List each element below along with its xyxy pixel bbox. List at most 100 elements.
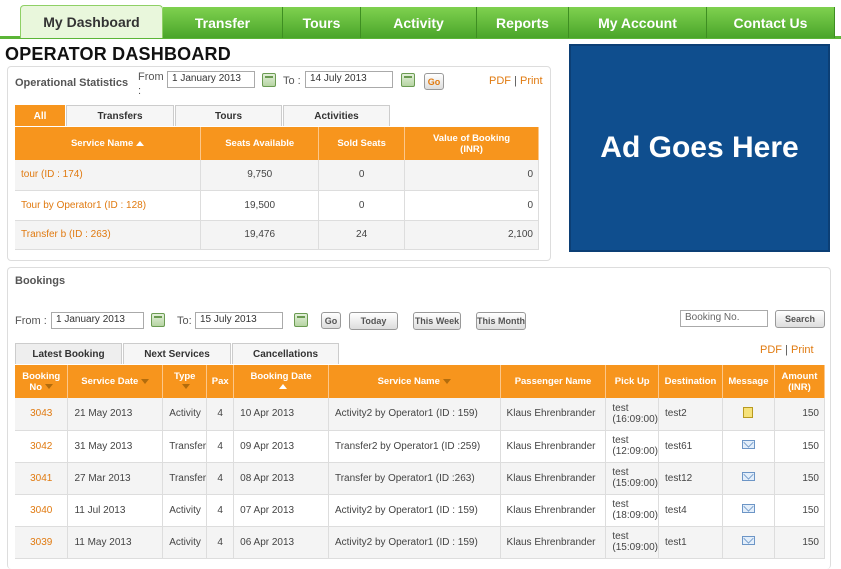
bookings-table: Booking No Service Date Type Pax Booking… — [15, 365, 826, 559]
sort-icon — [141, 378, 150, 384]
col-booking-date[interactable]: Booking Date — [233, 365, 329, 398]
sold-seats: 0 — [318, 160, 406, 191]
type: Activity — [162, 494, 208, 527]
pax: 4 — [206, 494, 235, 527]
type: Activity — [162, 526, 208, 559]
search-button[interactable]: Search — [775, 310, 825, 328]
nav-activity[interactable]: Activity — [361, 7, 477, 38]
calendar-icon[interactable] — [262, 73, 276, 87]
pick-up: test (16:09:00) — [605, 398, 659, 431]
stats-title: Operational Statistics — [15, 77, 129, 89]
nav-transfer[interactable]: Transfer — [163, 7, 283, 38]
sort-asc-icon — [278, 384, 287, 390]
tab-activities[interactable]: Activities — [283, 105, 390, 126]
stats-print-link[interactable]: Print — [520, 75, 543, 87]
col-seats-available[interactable]: Seats Available — [200, 127, 320, 160]
page-title: OPERATOR DASHBOARD — [5, 44, 231, 64]
col-amount[interactable]: Amount (INR) — [774, 365, 826, 398]
stats-to-date-input[interactable]: 14 July 2013 — [305, 71, 393, 88]
col-pax[interactable]: Pax — [206, 365, 235, 398]
tab-latest-booking[interactable]: Latest Booking — [15, 343, 122, 364]
amount: 150 — [774, 526, 826, 559]
stats-table: Service Name Seats Available Sold Seats … — [15, 127, 539, 250]
ad-banner[interactable]: Ad Goes Here — [569, 44, 830, 252]
destination: test61 — [658, 430, 723, 463]
mail-icon[interactable] — [741, 536, 755, 545]
nav-tours[interactable]: Tours — [283, 7, 361, 38]
col-pick-up[interactable]: Pick Up — [605, 365, 659, 398]
booking-date: 08 Apr 2013 — [233, 462, 329, 495]
calendar-icon[interactable] — [401, 73, 415, 87]
stats-export-links: PDF | Print — [489, 75, 543, 87]
this-week-button[interactable]: This Week — [413, 312, 461, 330]
bookings-title: Bookings — [15, 275, 66, 287]
bookings-pdf-link[interactable]: PDF — [760, 344, 782, 356]
tab-all[interactable]: All — [15, 105, 65, 126]
mail-icon[interactable] — [741, 440, 755, 449]
booking-no-link[interactable]: 3042 — [15, 430, 69, 463]
col-service-name[interactable]: Service Name — [15, 127, 202, 160]
mail-icon[interactable] — [741, 472, 755, 481]
col-destination[interactable]: Destination — [658, 365, 723, 398]
destination: test4 — [658, 494, 723, 527]
seats-available: 9,750 — [200, 160, 320, 191]
bookings-print-link[interactable]: Print — [791, 344, 814, 356]
service-date: 21 May 2013 — [67, 398, 164, 431]
service-date: 11 Jul 2013 — [67, 494, 164, 527]
note-icon[interactable] — [743, 406, 754, 418]
sort-icon — [45, 384, 54, 390]
bookings-to-date-input[interactable]: 15 July 2013 — [195, 312, 283, 329]
stats-from-date-input[interactable]: 1 January 2013 — [167, 71, 255, 88]
service-name-link[interactable]: Tour by Operator1 (ID : 128) — [15, 190, 202, 221]
pax: 4 — [206, 430, 235, 463]
booking-value: 2,100 — [404, 220, 539, 250]
col-value-of-booking[interactable]: Value of Booking (INR) — [404, 127, 539, 160]
col-type[interactable]: Type — [162, 365, 208, 398]
booking-no-link[interactable]: 3043 — [15, 398, 69, 431]
col-service-name[interactable]: Service Name — [328, 365, 501, 398]
pax: 4 — [206, 398, 235, 431]
calendar-icon[interactable] — [294, 313, 308, 327]
booking-no-link[interactable]: 3040 — [15, 494, 69, 527]
col-passenger-name[interactable]: Passenger Name — [500, 365, 607, 398]
tab-cancellations[interactable]: Cancellations — [232, 343, 339, 364]
mail-icon[interactable] — [741, 504, 755, 513]
col-booking-no[interactable]: Booking No — [15, 365, 69, 398]
booking-date: 10 Apr 2013 — [233, 398, 329, 431]
stats-pdf-link[interactable]: PDF — [489, 75, 511, 87]
amount: 150 — [774, 462, 826, 495]
bookings-to-label: To: — [177, 315, 192, 327]
message-cell — [722, 462, 775, 495]
bookings-go-button[interactable]: Go — [321, 312, 341, 329]
service-name-link[interactable]: tour (ID : 174) — [15, 160, 202, 191]
bookings-export-links: PDF | Print — [760, 344, 814, 356]
stats-tabs: All Transfers Tours Activities — [15, 105, 391, 126]
col-sold-seats[interactable]: Sold Seats — [318, 127, 406, 160]
booking-search-input[interactable]: Booking No. — [680, 310, 768, 327]
today-button[interactable]: Today — [349, 312, 398, 330]
sold-seats: 24 — [318, 220, 406, 250]
bookings-from-date-input[interactable]: 1 January 2013 — [51, 312, 144, 329]
booking-no-link[interactable]: 3041 — [15, 462, 69, 495]
nav-my-account[interactable]: My Account — [569, 7, 707, 38]
nav-contact-us[interactable]: Contact Us — [707, 7, 835, 38]
booking-date: 06 Apr 2013 — [233, 526, 329, 559]
calendar-icon[interactable] — [151, 313, 165, 327]
this-month-button[interactable]: This Month — [476, 312, 526, 330]
amount: 150 — [774, 494, 826, 527]
nav-reports[interactable]: Reports — [477, 7, 569, 38]
tab-next-services[interactable]: Next Services — [123, 343, 231, 364]
booking-no-link[interactable]: 3039 — [15, 526, 69, 559]
col-message[interactable]: Message — [722, 365, 775, 398]
service-name-link[interactable]: Transfer b (ID : 263) — [15, 220, 202, 250]
passenger-name: Klaus Ehrenbrander — [500, 494, 607, 527]
col-service-date[interactable]: Service Date — [67, 365, 164, 398]
tab-transfers[interactable]: Transfers — [66, 105, 174, 126]
tab-tours[interactable]: Tours — [175, 105, 282, 126]
table-row: Tour by Operator1 (ID : 128) 19,500 0 0 — [15, 190, 539, 221]
main-nav: My Dashboard Transfer Tours Activity Rep… — [0, 5, 841, 38]
nav-my-dashboard[interactable]: My Dashboard — [20, 5, 163, 38]
table-row: 3042 31 May 2013 Transfer 4 09 Apr 2013 … — [15, 430, 826, 463]
bookings-tabs: Latest Booking Next Services Cancellatio… — [15, 343, 340, 364]
stats-go-button[interactable]: Go — [424, 73, 444, 90]
